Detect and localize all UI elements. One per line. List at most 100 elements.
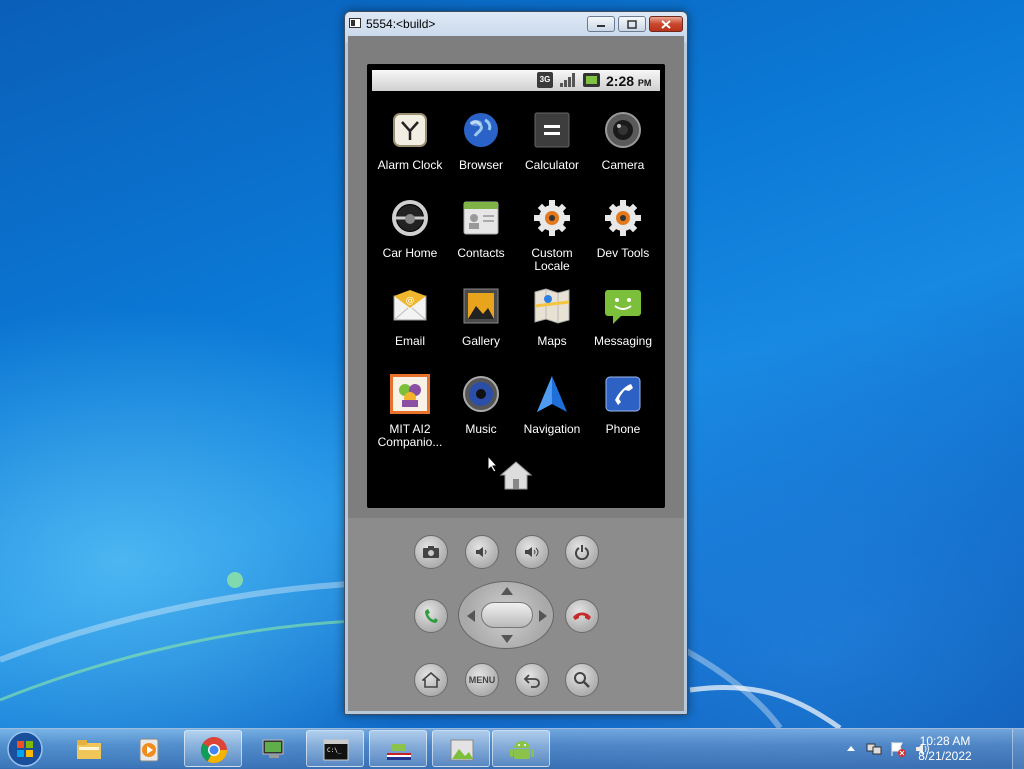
- restore-icon: [627, 19, 637, 29]
- windows-taskbar: C:\_ 10:28 AM 8/21/2022: [0, 728, 1024, 769]
- app-calculator[interactable]: Calculator: [516, 110, 588, 172]
- menu-label: MENU: [468, 675, 496, 685]
- app-label: Maps: [537, 334, 567, 348]
- taskbar-chrome[interactable]: [184, 730, 242, 767]
- svg-text:C:\_: C:\_: [327, 747, 342, 754]
- end-call-button[interactable]: [565, 599, 599, 633]
- app-label: Camera: [601, 158, 645, 172]
- clock-date: 8/21/2022: [918, 749, 972, 763]
- contacts-icon: [463, 201, 499, 235]
- search-button[interactable]: [565, 663, 599, 697]
- app-browser[interactable]: Browser: [445, 110, 517, 172]
- computer-icon: [262, 739, 284, 758]
- home-button[interactable]: [414, 663, 448, 697]
- image-tool-icon: [450, 739, 474, 761]
- app-phone[interactable]: Phone: [587, 374, 659, 436]
- menu-button[interactable]: MENU: [465, 663, 499, 697]
- home-icon[interactable]: [499, 459, 533, 491]
- dpad-center-button[interactable]: [481, 602, 533, 628]
- dpad[interactable]: [458, 581, 554, 649]
- volume-down-icon: [476, 547, 487, 557]
- media-player-icon: [139, 738, 159, 762]
- power-icon: [575, 545, 589, 560]
- red-phone-icon: [573, 612, 591, 620]
- taskbar-ai2-starter[interactable]: [369, 730, 427, 767]
- green-phone-icon: [425, 609, 438, 623]
- call-button[interactable]: [414, 599, 448, 633]
- picture-icon: [463, 288, 499, 324]
- app-contacts[interactable]: Contacts: [445, 198, 517, 260]
- back-button[interactable]: [515, 663, 549, 697]
- app-label: Custom Locale: [531, 246, 573, 273]
- app-car-home[interactable]: Car Home: [374, 198, 446, 260]
- app-maps[interactable]: Maps: [516, 286, 588, 348]
- app-alarm-clock[interactable]: Alarm Clock: [374, 110, 446, 172]
- volume-up-icon: [525, 547, 539, 557]
- close-button[interactable]: [649, 16, 683, 32]
- app-label: Car Home: [382, 246, 438, 260]
- phone-screen[interactable]: 3G 2:28 PM Alarm Clock Browser Calculato…: [367, 64, 665, 508]
- mit-ai2-icon: [390, 374, 430, 414]
- app-label: Messaging: [593, 334, 653, 348]
- start-button[interactable]: [4, 730, 46, 768]
- taskbar-media-player[interactable]: [120, 730, 178, 767]
- 3g-icon: 3G: [537, 72, 553, 88]
- app-messaging[interactable]: Messaging: [587, 286, 659, 348]
- home-icon: [422, 672, 440, 688]
- app-label: Gallery: [461, 334, 500, 348]
- dpad-down-icon[interactable]: [501, 635, 513, 643]
- minimize-button[interactable]: [587, 16, 615, 32]
- folder-icon: [77, 740, 101, 759]
- app-label: Email: [394, 334, 425, 348]
- window-titlebar[interactable]: 5554:<build>: [345, 12, 687, 36]
- dpad-up-icon[interactable]: [501, 587, 513, 595]
- camera-button[interactable]: [414, 535, 448, 569]
- taskbar-device-manager[interactable]: [245, 730, 303, 767]
- calculator-icon: [534, 112, 570, 148]
- camera-icon: [605, 112, 641, 148]
- android-flag-icon: [387, 744, 411, 760]
- show-desktop-button[interactable]: [1012, 729, 1024, 769]
- android-status-bar[interactable]: 3G 2:28 PM: [372, 70, 660, 91]
- volume-up-button[interactable]: [515, 535, 549, 569]
- gear-icon: [605, 200, 641, 236]
- taskbar-android-emulator[interactable]: [492, 730, 550, 767]
- android-icon: [510, 741, 534, 759]
- app-camera[interactable]: Camera: [587, 110, 659, 172]
- volume-down-button[interactable]: [465, 535, 499, 569]
- dpad-right-icon[interactable]: [539, 610, 547, 622]
- app-mit-ai2-companion[interactable]: MIT AI2 Companio...: [374, 374, 446, 449]
- taskbar-command-prompt[interactable]: C:\_: [306, 730, 364, 767]
- gear-icon: [534, 200, 570, 236]
- dpad-left-icon[interactable]: [467, 610, 475, 622]
- phone-upper-panel: 3G 2:28 PM Alarm Clock Browser Calculato…: [348, 36, 684, 518]
- app-custom-locale[interactable]: Custom Locale: [516, 198, 588, 273]
- map-icon: [534, 288, 570, 324]
- app-label: Calculator: [524, 158, 580, 172]
- search-icon: [574, 672, 590, 688]
- app-label: Music: [465, 422, 497, 436]
- phone-icon: [605, 376, 641, 412]
- mouse-cursor-icon: [487, 455, 499, 473]
- maximize-button[interactable]: [618, 16, 646, 32]
- app-label: Browser: [458, 158, 503, 172]
- app-navigation[interactable]: Navigation: [516, 374, 588, 436]
- taskbar-sdk-manager[interactable]: [432, 730, 490, 767]
- globe-icon: [464, 113, 498, 147]
- show-hidden-icons-icon[interactable]: [846, 744, 856, 752]
- camera-icon: [423, 546, 439, 558]
- app-gallery[interactable]: Gallery: [445, 286, 517, 348]
- svg-text:@: @: [406, 296, 415, 306]
- battery-icon: [583, 73, 600, 87]
- app-dev-tools[interactable]: Dev Tools: [587, 198, 659, 260]
- network-icon[interactable]: [866, 741, 882, 757]
- app-email[interactable]: @ Email: [374, 286, 446, 348]
- close-icon: [661, 19, 671, 29]
- terminal-icon: C:\_: [323, 739, 349, 761]
- power-button[interactable]: [565, 535, 599, 569]
- envelope-icon: @: [393, 290, 427, 321]
- back-icon: [523, 674, 540, 688]
- system-clock[interactable]: 10:28 AM 8/21/2022: [900, 734, 990, 764]
- taskbar-file-explorer[interactable]: [60, 730, 118, 767]
- app-music[interactable]: Music: [445, 374, 517, 436]
